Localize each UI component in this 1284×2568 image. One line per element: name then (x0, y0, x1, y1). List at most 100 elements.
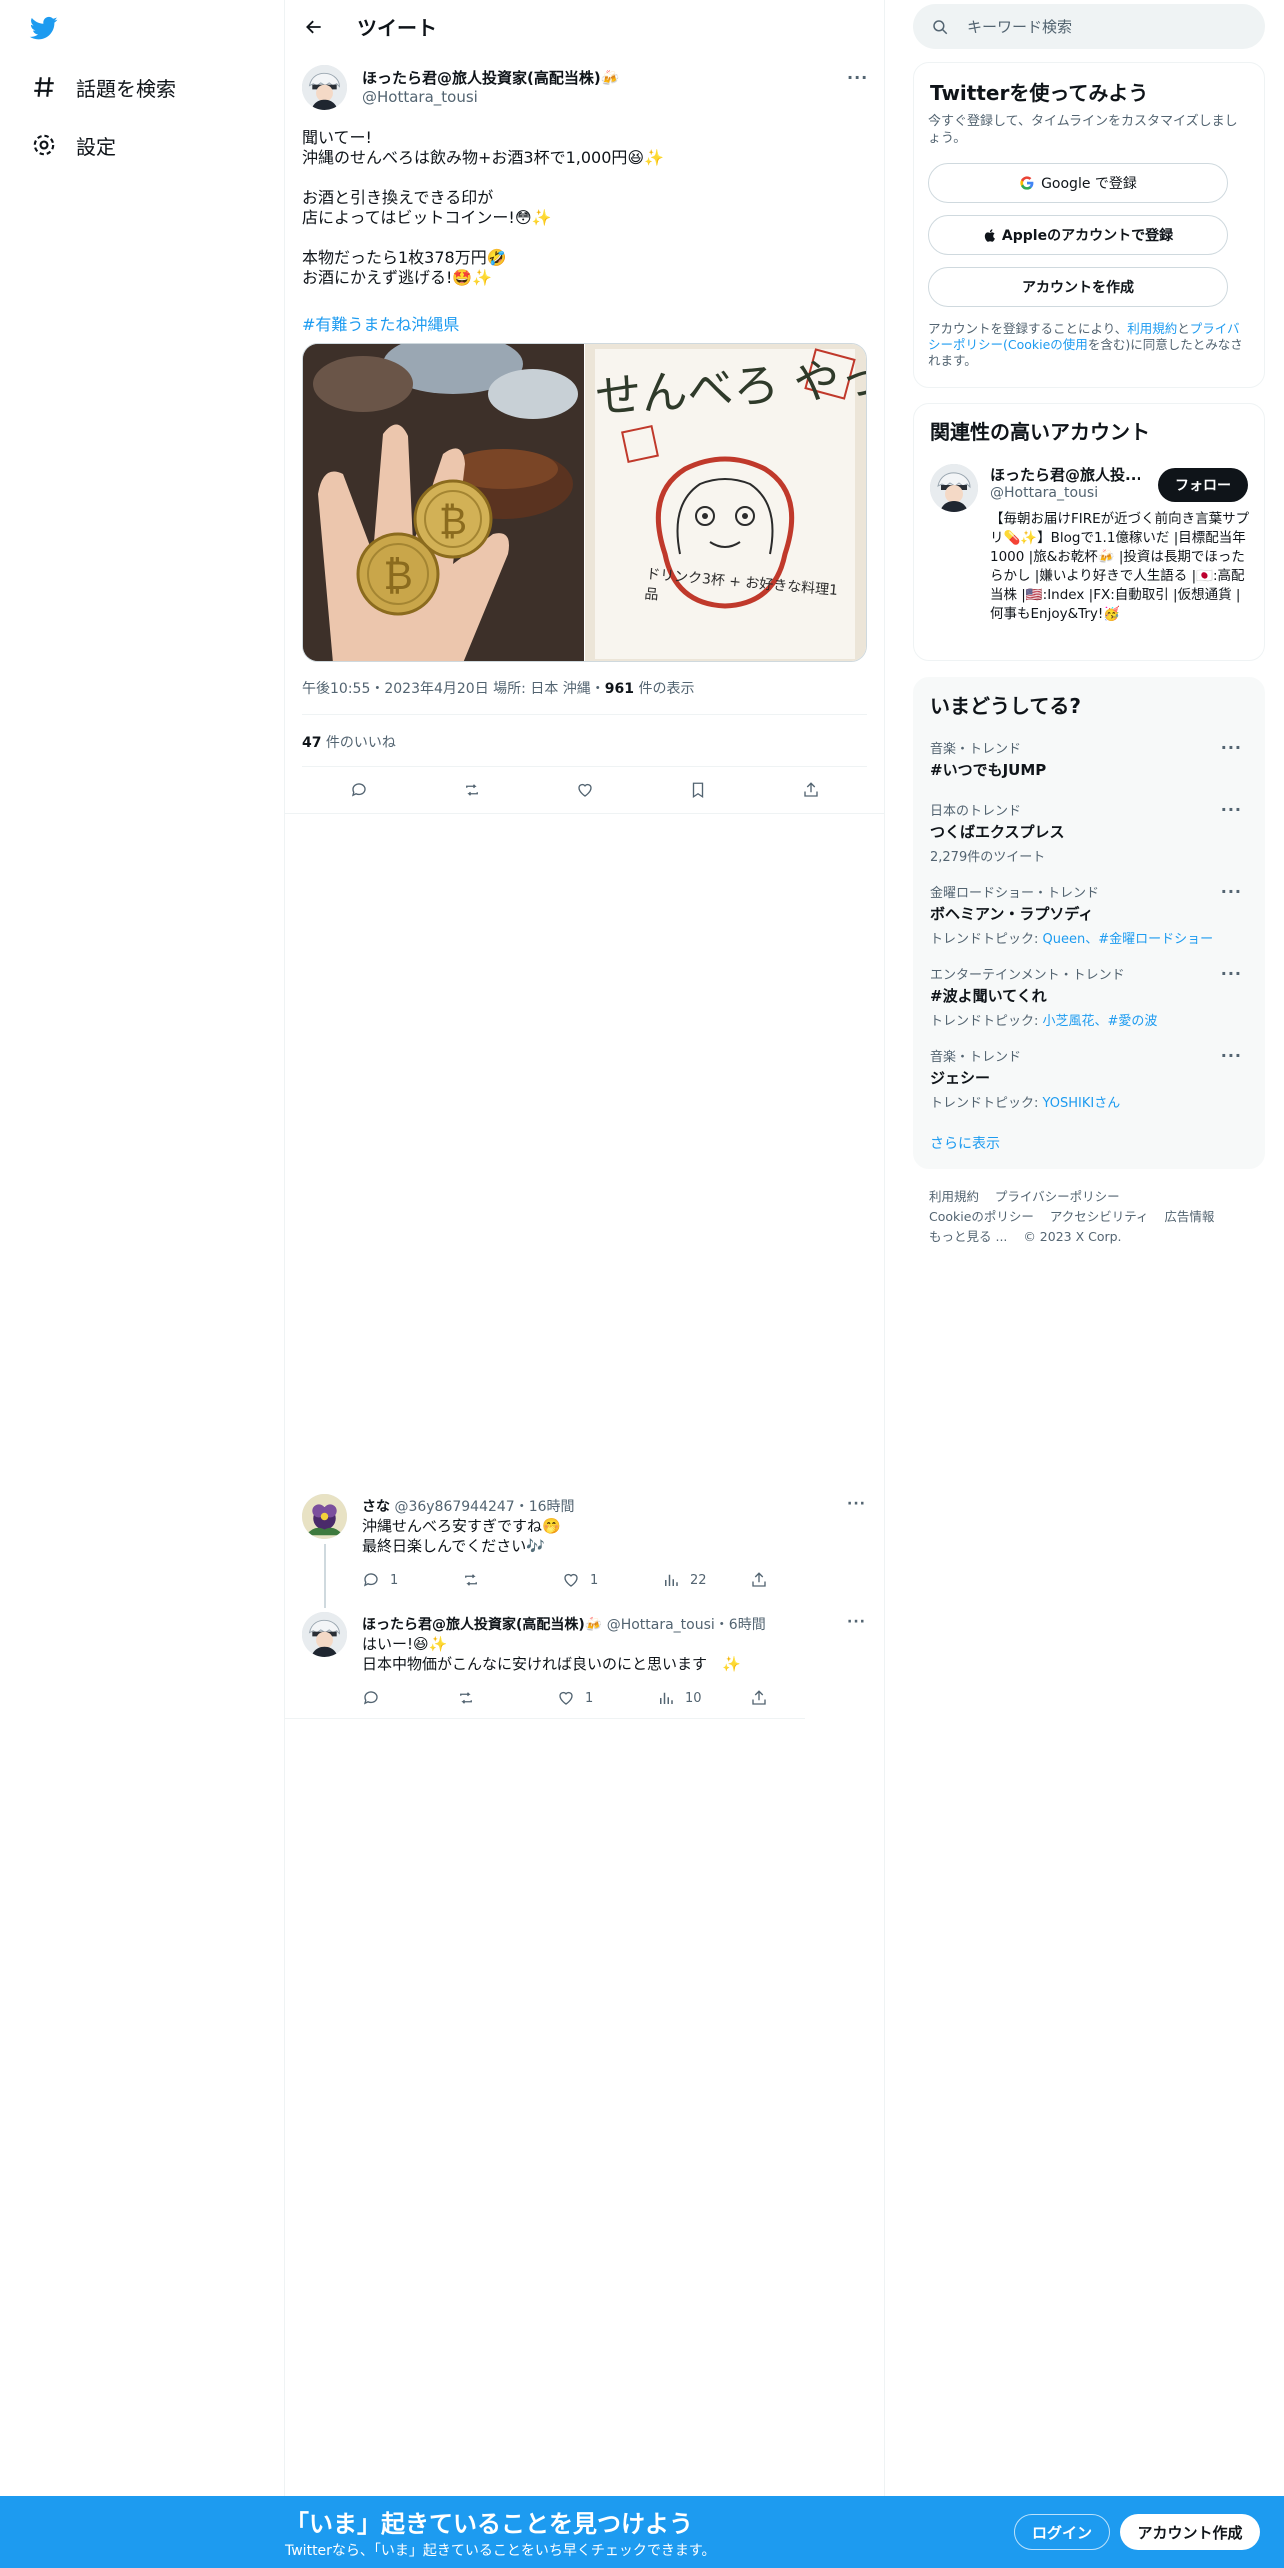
photo-senbero-sign[interactable]: せんべろ やってます♡ ドリンク3杯 + お好きな料理1品 (585, 344, 866, 661)
reply-line: 日本中物価がこんなに安ければ良いのにと思います ✨ (362, 1655, 741, 1673)
reply-author-name[interactable]: さな (362, 1499, 390, 1515)
google-signup-button[interactable]: Google で登録 (928, 163, 1228, 203)
author-name[interactable]: ほったら君@旅人投資家(高配当株)🍻 (362, 67, 619, 88)
left-sidebar: 話題を検索 設定 (0, 0, 285, 2568)
trend-name: つくばエクスプレス (930, 823, 1065, 841)
photo-coins[interactable]: ₿ ₿ (303, 344, 584, 661)
reply-author-handle[interactable]: @36y867944247 (394, 1499, 514, 1515)
views-count: 22 (690, 1572, 707, 1588)
footer-link[interactable]: プライバシーポリシー (995, 1189, 1120, 1204)
footer-link[interactable]: Cookieのポリシー (929, 1209, 1034, 1224)
tweet-spacer (302, 168, 862, 188)
trend-sub-links[interactable]: YOSHIKIさん (1043, 1096, 1121, 1111)
reply-actions: 1 1 22 (362, 1571, 867, 1589)
relevant-name[interactable]: ほったら君@旅人投... (990, 464, 1140, 485)
reply-avatar[interactable] (302, 1612, 347, 1657)
trend-sub-prefix: トレンドトピック: (930, 932, 1043, 947)
nav-settings[interactable]: 設定 (30, 120, 116, 170)
more-options-icon[interactable]: ··· (1221, 882, 1242, 901)
reply-icon[interactable] (362, 1689, 390, 1707)
footer-link[interactable]: 広告情報 (1164, 1209, 1214, 1224)
reply-line: 最終日楽しんでください🎶 (362, 1537, 545, 1555)
tweet-timestamp[interactable]: 午後10:55・2023年4月20日 場所: 日本 沖縄・961 件の表示 (302, 678, 694, 698)
relevant-handle[interactable]: @Hottara_tousi (990, 485, 1098, 501)
create-account-button[interactable]: アカウントを作成 (928, 267, 1228, 307)
tweet-media[interactable]: ₿ ₿ せんべろ やってます♡ ドリンク3杯 + お好きな料理1品 (302, 343, 867, 662)
retweet-icon[interactable] (457, 1689, 475, 1707)
trend-sub-links[interactable]: 小芝風花、#愛の波 (1043, 1014, 1158, 1029)
tweet-actions (302, 778, 867, 802)
trends-title: いまどうしてる? (930, 694, 1082, 718)
apple-signup-button[interactable]: Appleのアカウントで登録 (928, 215, 1228, 255)
nav-settings-label: 設定 (76, 134, 116, 159)
bookmark-icon[interactable] (689, 781, 707, 799)
divider (285, 813, 884, 814)
share-icon[interactable] (802, 781, 820, 799)
share-icon[interactable] (750, 1689, 768, 1707)
trend-item[interactable]: 日本のトレンド つくばエクスプレス 2,279件のツイート ··· (930, 800, 1250, 865)
nav-explore[interactable]: 話題を検索 (30, 62, 176, 112)
tweet-line: 本物だったら1枚378万円🤣 (302, 248, 507, 267)
terms-link[interactable]: 利用規約 (1127, 321, 1177, 336)
trend-item[interactable]: エンターテインメント・トレンド #波よ聞いてくれ トレンドトピック: 小芝風花、… (930, 964, 1250, 1029)
gear-icon (30, 131, 58, 159)
views-icon[interactable]: 22 (662, 1571, 707, 1589)
more-options-icon[interactable]: ··· (1221, 738, 1242, 757)
reply-icon[interactable] (350, 781, 368, 799)
signup-title: Twitterを使ってみよう (930, 81, 1149, 105)
more-options-icon[interactable]: ··· (1221, 1046, 1242, 1065)
trend-item[interactable]: 金曜ロードショー・トレンド ボヘミアン・ラプソディ トレンドトピック: Quee… (930, 882, 1250, 947)
tweet-body: 聞いてー! 沖縄のせんべろは飲み物+お酒3杯で1,000円😆✨ お酒と引き換えで… (302, 128, 862, 288)
more-options-icon[interactable]: ··· (847, 1496, 866, 1512)
retweet-icon[interactable] (462, 1571, 480, 1589)
show-more-link[interactable]: さらに表示 (930, 1133, 1000, 1153)
footer-row: 利用規約 プライバシーポリシー (929, 1187, 1259, 1207)
footer-link[interactable]: 利用規約 (929, 1189, 979, 1204)
author-avatar[interactable] (302, 65, 347, 110)
signup-box: Twitterを使ってみよう 今すぐ登録して、タイムラインをカスタマイズしましょ… (913, 62, 1265, 388)
apple-signup-label: Appleのアカウントで登録 (1001, 228, 1174, 244)
page-title: ツイート (357, 16, 437, 40)
apple-icon (983, 228, 998, 243)
retweet-icon[interactable] (463, 781, 481, 799)
search-input[interactable]: キーワード検索 (913, 4, 1265, 49)
share-icon[interactable] (750, 1571, 768, 1589)
trend-sub: トレンドトピック: YOSHIKIさん (930, 1092, 1250, 1111)
tweet-line: 沖縄のせんべろは飲み物+お酒3杯で1,000円😆✨ (302, 148, 664, 167)
more-options-icon[interactable]: ··· (1221, 800, 1242, 819)
trend-sub-prefix: トレンドトピック: (930, 1014, 1043, 1029)
reply-icon[interactable]: 1 (362, 1571, 398, 1589)
footer-more-link[interactable]: もっと見る ... (929, 1229, 1007, 1244)
hashtag-link[interactable]: #有難うまたね沖縄県 (302, 311, 459, 335)
tweet-line: 店によってはビットコインー!😳✨ (302, 208, 552, 227)
views-icon[interactable]: 10 (657, 1689, 702, 1707)
reply-author-handle[interactable]: @Hottara_tousi (607, 1617, 715, 1633)
trend-meta: 音楽・トレンド (930, 1050, 1022, 1065)
reply-actions: 1 10 (362, 1689, 867, 1707)
reply-time[interactable]: ・16時間 (515, 1499, 575, 1515)
trend-item[interactable]: 音楽・トレンド #いつでもJUMP ··· (930, 738, 1250, 780)
like-icon[interactable]: 1 (557, 1689, 593, 1707)
more-options-icon[interactable]: ··· (847, 68, 868, 87)
tweet-line: お酒と引き換えできる印が (302, 188, 494, 207)
back-arrow-icon[interactable] (299, 12, 329, 42)
like-icon[interactable] (576, 781, 594, 799)
likes-summary[interactable]: 47 件のいいね (302, 732, 396, 752)
trend-item[interactable]: 音楽・トレンド ジェシー トレンドトピック: YOSHIKIさん ··· (930, 1046, 1250, 1111)
reply-author-name[interactable]: ほったら君@旅人投資家(高配当株)🍻 (362, 1617, 602, 1633)
follow-button[interactable]: フォロー (1158, 468, 1248, 502)
terms-text: アカウントを登録することにより、 (928, 321, 1128, 336)
like-icon[interactable]: 1 (562, 1571, 598, 1589)
author-handle[interactable]: @Hottara_tousi (362, 88, 478, 106)
twitter-logo-icon[interactable] (28, 14, 60, 42)
footer-link[interactable]: アクセシビリティ (1050, 1209, 1149, 1224)
reply-time[interactable]: ・6時間 (715, 1617, 766, 1633)
login-button[interactable]: ログイン (1014, 2514, 1110, 2550)
trend-meta: 日本のトレンド (930, 804, 1022, 819)
relevant-avatar[interactable] (930, 464, 978, 512)
more-options-icon[interactable]: ··· (847, 1614, 866, 1630)
signup-button[interactable]: アカウント作成 (1120, 2514, 1260, 2550)
more-options-icon[interactable]: ··· (1221, 964, 1242, 983)
trend-sub-links[interactable]: Queen、#金曜ロードショー (1043, 932, 1214, 947)
reply-avatar[interactable] (302, 1494, 347, 1539)
